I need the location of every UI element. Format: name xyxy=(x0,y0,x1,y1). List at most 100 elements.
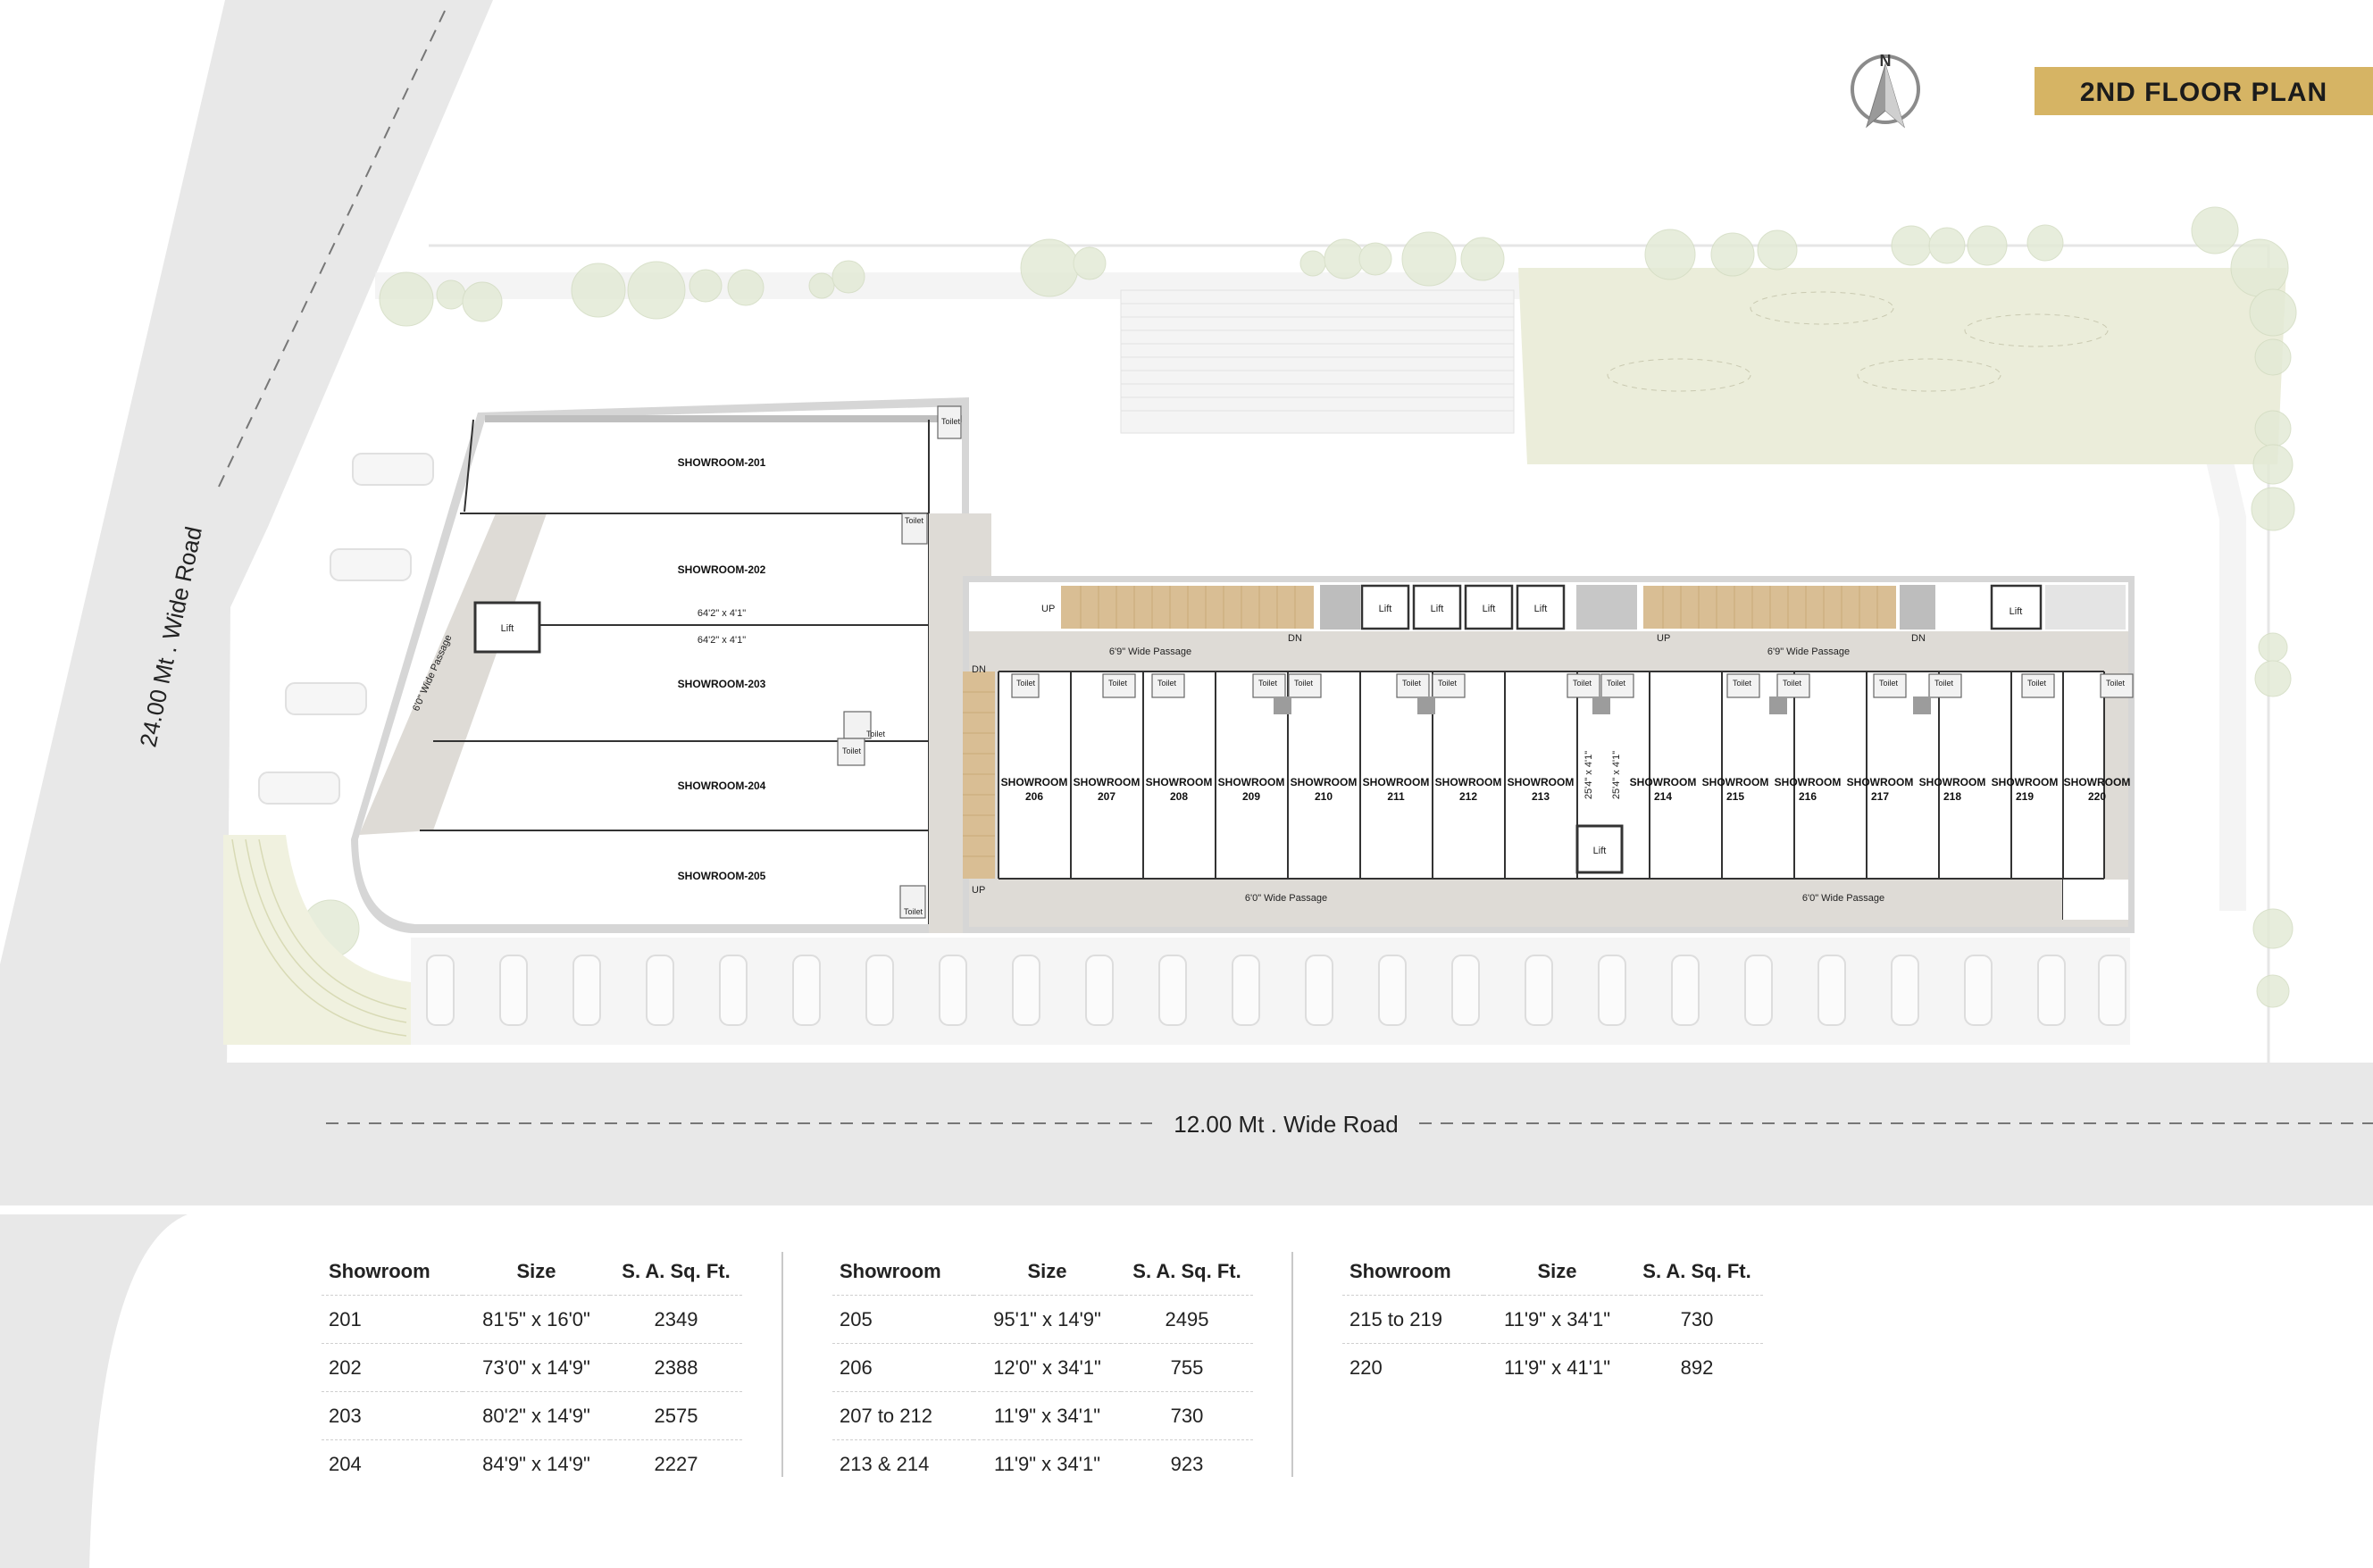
toilet-218: Toilet xyxy=(1934,679,1954,688)
row-num-216: 216 xyxy=(1799,790,1817,803)
row-num-206: 206 xyxy=(1025,790,1043,803)
row-label-214: SHOWROOM xyxy=(1630,776,1697,788)
cell-area: 2388 xyxy=(610,1343,742,1392)
toilet-201: Toilet xyxy=(941,417,961,426)
passage-top-1: 6'9" Wide Passage xyxy=(1109,646,1191,657)
table-row: 202 73'0" x 14'9" 2388 xyxy=(322,1343,742,1392)
area-table-2: Showroom Size S. A. Sq. Ft. 205 95'1" x … xyxy=(832,1248,1253,1488)
header-area: S. A. Sq. Ft. xyxy=(610,1248,742,1296)
header-area: S. A. Sq. Ft. xyxy=(1631,1248,1763,1296)
toilet-209: Toilet xyxy=(1258,679,1278,688)
area-table-1: Showroom Size S. A. Sq. Ft. 201 81'5" x … xyxy=(322,1248,742,1488)
lift-center-label: Lift xyxy=(1593,846,1607,856)
header-showroom: Showroom xyxy=(1342,1248,1483,1296)
cell-size: 80'2" x 14'9" xyxy=(463,1391,610,1440)
cell-area: 2227 xyxy=(654,1452,698,1475)
header-showroom: Showroom xyxy=(832,1248,973,1296)
dim-203-top: 64'2" x 4'1" xyxy=(698,608,746,619)
toilet-202: Toilet xyxy=(905,516,924,525)
cell-showroom: 207 to 212 xyxy=(832,1391,973,1440)
row-label-220: SHOWROOM xyxy=(2064,776,2131,788)
cell-showroom: 204 xyxy=(329,1452,362,1475)
table-row: 207 to 212 11'9" x 34'1" 730 xyxy=(832,1391,1253,1440)
cell-showroom: 215 to 219 xyxy=(1342,1295,1483,1344)
label-showroom-201: SHOWROOM-201 xyxy=(678,456,766,469)
cell-size: 11'9" x 34'1" xyxy=(1483,1295,1631,1344)
toilet-207: Toilet xyxy=(1108,679,1128,688)
table-row: 203 80'2" x 14'9" 2575 xyxy=(322,1391,742,1440)
toilet-213: Toilet xyxy=(1573,679,1592,688)
row-label-215: SHOWROOM xyxy=(1702,776,1769,788)
toilet-203: Toilet xyxy=(866,730,886,738)
stair1-dn: DN xyxy=(1288,633,1302,644)
lawn-area xyxy=(1518,268,2286,464)
cell-area: 923 xyxy=(1170,1452,1204,1475)
toilet-205: Toilet xyxy=(904,907,923,916)
cell-showroom: 206 xyxy=(832,1343,973,1392)
label-showroom-205: SHOWROOM-205 xyxy=(678,870,766,882)
table-header-row: Showroom Size S. A. Sq. Ft. xyxy=(1342,1248,1763,1296)
cell-area: 755 xyxy=(1121,1343,1253,1392)
passage-bottom-1: 6'0" Wide Passage xyxy=(1245,893,1327,904)
header-size: Size xyxy=(463,1248,610,1296)
lift-5-label: Lift xyxy=(2010,606,2023,617)
row-label-207: SHOWROOM xyxy=(1074,776,1141,788)
header-showroom: Showroom xyxy=(322,1248,463,1296)
stair-3 xyxy=(963,671,995,879)
row-label-218: SHOWROOM xyxy=(1919,776,1986,788)
label-showroom-203: SHOWROOM-203 xyxy=(678,678,766,690)
table-row: 201 81'5" x 16'0" 2349 xyxy=(322,1295,742,1344)
header-size: Size xyxy=(1483,1248,1631,1296)
lift-2-label: Lift xyxy=(1431,604,1444,614)
table-row: 213 & 214 11'9" x 34'1" 923 xyxy=(832,1440,1253,1489)
stair3-up: UP xyxy=(972,885,985,896)
toilet-208: Toilet xyxy=(1157,679,1177,688)
toilet-216: Toilet xyxy=(1783,679,1802,688)
row-label-213: SHOWROOM xyxy=(1508,776,1575,788)
row-label-212: SHOWROOM xyxy=(1435,776,1502,788)
label-showroom-202: SHOWROOM-202 xyxy=(678,563,766,576)
cell-size: 81'5" x 16'0" xyxy=(463,1295,610,1344)
cell-area: 2495 xyxy=(1121,1295,1253,1344)
cell-showroom: 201 xyxy=(322,1295,463,1344)
cell-showroom: 205 xyxy=(832,1295,973,1344)
cell-showroom: 202 xyxy=(322,1343,463,1392)
toilet-214: Toilet xyxy=(1607,679,1626,688)
passage-bottom-2: 6'0" Wide Passage xyxy=(1802,893,1884,904)
table-header-row: Showroom Size S. A. Sq. Ft. xyxy=(832,1248,1253,1296)
row-num-210: 210 xyxy=(1315,790,1333,803)
table-header-row: Showroom Size S. A. Sq. Ft. xyxy=(322,1248,742,1296)
cell-showroom: 220 xyxy=(1349,1355,1383,1379)
floor-plan-title-badge: 2ND FLOOR PLAN xyxy=(2035,67,2373,115)
stair2-dn: DN xyxy=(1911,633,1926,644)
toilet-217: Toilet xyxy=(1879,679,1899,688)
area-table-3: Showroom Size S. A. Sq. Ft. 215 to 219 1… xyxy=(1342,1248,1763,1391)
cell-size: 84'9" x 14'9" xyxy=(482,1452,590,1475)
row-label-211: SHOWROOM xyxy=(1363,776,1430,788)
toilet-206: Toilet xyxy=(1016,679,1036,688)
header-area: S. A. Sq. Ft. xyxy=(1121,1248,1253,1296)
row-label-208: SHOWROOM xyxy=(1146,776,1213,788)
toilet-210: Toilet xyxy=(1294,679,1314,688)
row-num-209: 209 xyxy=(1242,790,1260,803)
cell-size: 11'9" x 34'1" xyxy=(973,1391,1121,1440)
cell-size: 95'1" x 14'9" xyxy=(973,1295,1121,1344)
bottom-road-label: 12.00 Mt . Wide Road xyxy=(1174,1111,1398,1138)
toilet-204: Toilet xyxy=(842,746,862,755)
cell-area: 2349 xyxy=(610,1295,742,1344)
lift-1-label: Lift xyxy=(1379,604,1392,614)
row-num-212: 212 xyxy=(1459,790,1477,803)
cell-showroom: 203 xyxy=(322,1391,463,1440)
toilet-215: Toilet xyxy=(1733,679,1752,688)
toilet-212: Toilet xyxy=(1438,679,1458,688)
cell-area: 892 xyxy=(1680,1355,1714,1379)
cell-area: 2575 xyxy=(610,1391,742,1440)
dim-203-bottom: 64'2" x 4'1" xyxy=(698,635,746,646)
cell-size: 12'0" x 34'1" xyxy=(973,1343,1121,1392)
dim-213: 25'4" x 4'1" xyxy=(1583,751,1594,799)
row-num-218: 218 xyxy=(1943,790,1961,803)
row-label-209: SHOWROOM xyxy=(1218,776,1285,788)
row-num-214: 214 xyxy=(1654,790,1672,803)
toilet-211: Toilet xyxy=(1402,679,1422,688)
cell-size: 11'9" x 41'1" xyxy=(1503,1355,1611,1379)
